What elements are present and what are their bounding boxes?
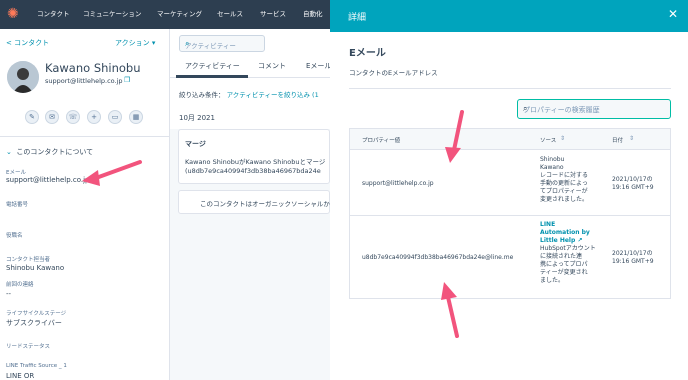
arrow-head-row2 [441, 282, 457, 300]
arrow-to-row1 [452, 110, 464, 152]
annotation-arrows [82, 110, 464, 338]
arrow-to-sidebar-email [94, 160, 142, 180]
arrow-head-sidebar [82, 170, 100, 186]
arrow-head-row1 [445, 147, 461, 163]
arrow-to-row2 [446, 295, 459, 338]
